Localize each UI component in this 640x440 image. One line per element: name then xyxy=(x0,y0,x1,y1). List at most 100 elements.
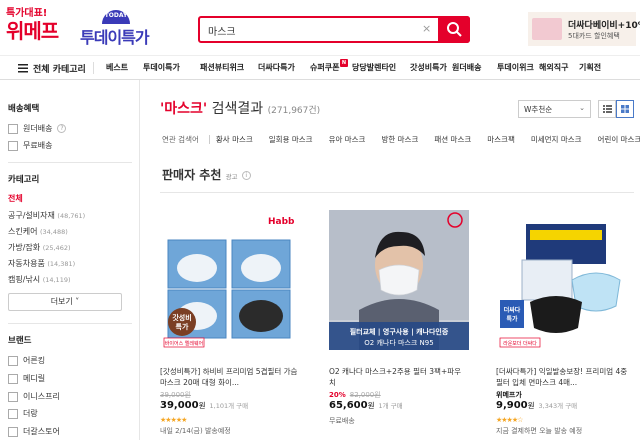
nav-item-wonder-delivery[interactable]: 원더배송 xyxy=(452,62,497,73)
brand-label: 이니스프리 xyxy=(23,392,60,401)
related-keyword[interactable]: 방한 마스크 xyxy=(381,134,418,145)
section-divider xyxy=(160,192,634,193)
product-image[interactable]: 갓성비 특가 바이어스 엘레웨어 Habb xyxy=(160,210,300,350)
buy-count: 1,101개 구매 xyxy=(209,402,249,410)
category-label: 스킨케어 xyxy=(8,227,38,236)
checkbox[interactable] xyxy=(8,391,18,402)
related-keyword[interactable]: 유아 마스크 xyxy=(329,134,366,145)
related-keyword[interactable]: 미세먼지 마스크 xyxy=(531,134,582,145)
list-view-icon xyxy=(603,105,612,113)
related-keyword[interactable]: 마스크팩 xyxy=(487,134,515,145)
related-keyword[interactable]: 일회용 마스크 xyxy=(269,134,313,145)
svg-text:갓성비: 갓성비 xyxy=(172,313,191,322)
svg-text:특가: 특가 xyxy=(176,322,189,331)
category-count: (14,381) xyxy=(47,260,76,268)
svg-text:특가: 특가 xyxy=(506,315,518,323)
product-card[interactable]: 필터교체 | 영구사용 | 캐나다인증 O2 캐나다 마스크 N95 O2 캐나… xyxy=(329,210,469,440)
category-label: 캠핑/낚시 xyxy=(8,275,41,284)
svg-text:바이어스 엘레웨어: 바이어스 엘레웨어 xyxy=(165,340,203,347)
price-value: 65,600 xyxy=(329,400,368,411)
grid-view-button[interactable] xyxy=(616,100,634,118)
category-label: 공구/설비자재 xyxy=(8,211,55,220)
shipping-filter-title: 배송혜택 xyxy=(8,104,40,114)
filter-label: 원더배송 xyxy=(23,124,53,133)
product-title[interactable]: O2 캐나다 마스크+2주용 필터 3팩+파우치 xyxy=(329,366,467,388)
related-keywords: 연관 검색어 황사 마스크 일회용 마스크 유아 마스크 방한 마스크 패션 마… xyxy=(162,134,640,145)
filter-wonder-delivery[interactable]: 원더배송 ? xyxy=(8,123,67,134)
brand-filter-item[interactable]: 어른킹 xyxy=(8,355,45,366)
price-unit: 원 xyxy=(198,401,206,410)
category-item[interactable]: 가방/잡화 (25,462) xyxy=(8,242,71,253)
price-unit: 원 xyxy=(367,401,375,410)
info-icon[interactable]: i xyxy=(241,171,251,180)
sort-dropdown[interactable]: W추천순 ⌄ xyxy=(518,100,591,118)
product-card[interactable]: 더싸다 특가 라운보더 더싸다 [더싸다특가] 익일발송보장! 프리미엄 4중필… xyxy=(496,210,636,440)
buy-count: 1개 구매 xyxy=(378,402,403,410)
category-item[interactable]: 자동차용품 (14,381) xyxy=(8,258,75,269)
product-card[interactable]: 갓성비 특가 바이어스 엘레웨어 Habb [갓성비특가] 하비비 프리미엄 5… xyxy=(160,210,300,440)
brand-filter-item[interactable]: 더랑 xyxy=(8,408,38,419)
nav-item-cheap-special[interactable]: 더싸다특가 xyxy=(258,62,310,73)
nav-item-fashion-beauty[interactable]: 패션뷰티위크 xyxy=(200,62,258,73)
search-button[interactable] xyxy=(438,16,470,43)
promo-banner[interactable]: 더싸다베이비+10% 5대카드 할인혜택 xyxy=(528,12,640,46)
brand-filter-item[interactable]: 이니스프리 xyxy=(8,391,60,402)
brand-filter-item[interactable]: 더갈스토어 xyxy=(8,426,60,437)
nav-item-today-special[interactable]: 투데이특가 xyxy=(143,62,200,73)
svg-text:라운보더 더싸다: 라운보더 더싸다 xyxy=(503,340,537,347)
category-all[interactable]: 전체 xyxy=(8,193,23,204)
promo-subtitle: 5대카드 할인혜택 xyxy=(568,32,620,40)
search-box: × xyxy=(198,16,470,43)
brand-filter-item[interactable]: 메디릴 xyxy=(8,373,45,384)
top-header: 특가대표! 위메프 TODAY 투데이특가 × 더싸다베이비+10% 5대카드 … xyxy=(0,0,640,56)
price-value: 9,900 xyxy=(496,400,528,411)
checkbox[interactable] xyxy=(8,426,18,437)
help-icon[interactable]: ? xyxy=(57,124,67,133)
category-count: (25,462) xyxy=(42,244,71,252)
product-title[interactable]: [더싸다특가] 익일발송보장! 프리미엄 4중필터 입체 면마스크 4매... xyxy=(496,366,634,388)
related-keyword[interactable]: 황사 마스크 xyxy=(216,134,253,145)
checkbox[interactable] xyxy=(8,140,18,151)
related-keyword[interactable]: 어린이 마스크 xyxy=(598,134,640,145)
nav-item-exhibitions[interactable]: 기획전 xyxy=(579,62,609,73)
product-image[interactable]: 더싸다 특가 라운보더 더싸다 xyxy=(496,210,636,350)
result-suffix: 검색결과 xyxy=(207,101,264,117)
filter-free-shipping[interactable]: 무료배송 xyxy=(8,140,52,151)
nav-item-super-coupon[interactable]: 슈퍼쿠폰 N xyxy=(310,59,352,73)
category-item[interactable]: 캠핑/낚시 (14,119) xyxy=(8,274,71,285)
nav-item-valentine[interactable]: 당당발렌타인 xyxy=(352,62,410,73)
svg-text:더싸다: 더싸다 xyxy=(504,306,521,314)
category-count: (14,119) xyxy=(42,276,71,284)
nav-item-today-week[interactable]: 투데이위크 xyxy=(497,62,539,73)
sidebar-divider xyxy=(8,162,132,163)
category-item[interactable]: 공구/설비자재 (48,761) xyxy=(8,210,85,221)
product-discount-row: 20% 82,000원 xyxy=(329,390,381,400)
svg-text:Habb: Habb xyxy=(268,217,295,227)
discount-percent: 20% xyxy=(329,391,346,399)
all-categories-button[interactable]: 전체 카테고리 xyxy=(18,62,86,75)
category-item[interactable]: 스킨케어 (34,488) xyxy=(8,226,68,237)
shipping-info: 지금 결제하면 오늘 발송 예정 xyxy=(496,427,583,435)
list-view-button[interactable] xyxy=(598,100,616,118)
svg-text:O2 캐나다 마스크 N95: O2 캐나다 마스크 N95 xyxy=(364,338,433,347)
search-input[interactable] xyxy=(208,22,408,38)
product-title[interactable]: [갓성비특가] 하비비 프리미엄 5겹필터 가슴마스크 20매 대형 화이... xyxy=(160,366,298,388)
today-special-logo[interactable]: TODAY 투데이특가 xyxy=(80,10,164,47)
product-price: 65,600원 1개 구매 xyxy=(329,400,403,411)
clear-icon[interactable]: × xyxy=(422,22,431,35)
category-more-button[interactable]: 더보기 ˅ xyxy=(8,293,122,311)
category-label: 자동차용품 xyxy=(8,259,45,268)
wemakeprice-logo[interactable]: 특가대표! 위메프 xyxy=(6,8,72,42)
sidebar-divider xyxy=(8,323,132,324)
checkbox[interactable] xyxy=(8,408,18,419)
related-keyword[interactable]: 패션 마스크 xyxy=(434,134,471,145)
checkbox[interactable] xyxy=(8,123,18,134)
product-image[interactable]: 필터교체 | 영구사용 | 캐나다인증 O2 캐나다 마스크 N95 xyxy=(329,210,469,350)
nav-item-best[interactable]: 베스트 xyxy=(106,62,143,73)
nav-item-value-special[interactable]: 갓성비특가 xyxy=(410,62,452,73)
nav-item-overseas[interactable]: 해외직구 xyxy=(539,62,579,73)
search-result-title: '마스크' 검색결과 (271,967건) xyxy=(160,98,320,118)
checkbox[interactable] xyxy=(8,373,18,384)
new-badge: N xyxy=(340,59,348,67)
checkbox[interactable] xyxy=(8,355,18,366)
